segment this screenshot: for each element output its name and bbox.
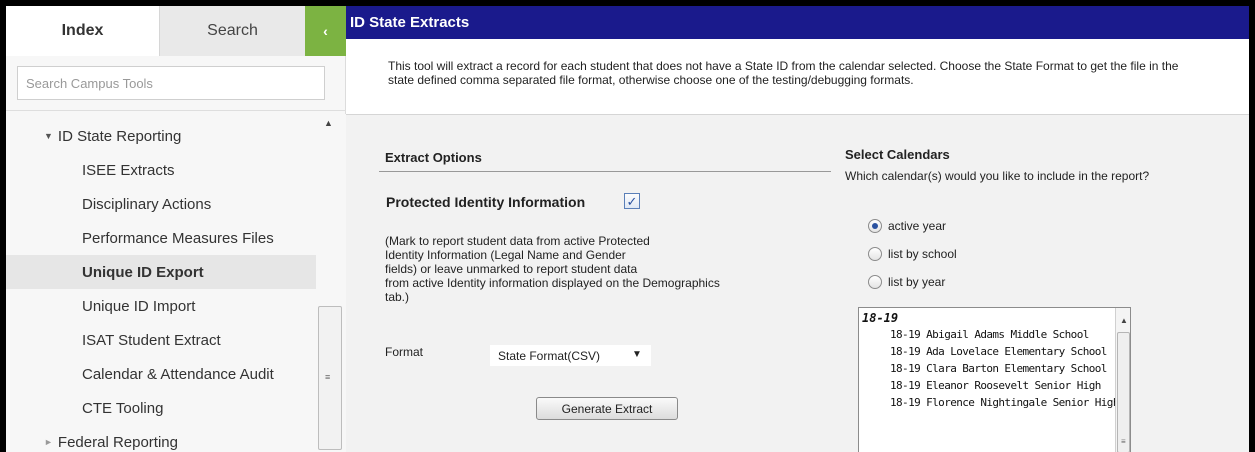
tree-item-label: CTE Tooling xyxy=(82,399,164,417)
scrollbar-thumb[interactable]: ≡ xyxy=(1117,332,1130,452)
tab-index[interactable]: Index xyxy=(6,6,159,56)
page-title: ID State Extracts xyxy=(346,6,1249,39)
tree-folder[interactable]: ▼ ID State Reporting xyxy=(6,119,316,153)
scroll-up-icon[interactable]: ▲ xyxy=(1120,316,1128,325)
tree-item-label: Federal Reporting xyxy=(57,433,178,451)
tree-item[interactable]: ISAT Student Extract xyxy=(6,323,316,357)
tree-item-label: Unique ID Export xyxy=(82,263,204,281)
calendar-option[interactable]: 18-19 Clara Barton Elementary School xyxy=(890,362,1115,375)
calendar-group-label: 18-19 xyxy=(862,311,899,325)
format-label: Format xyxy=(385,345,424,359)
calendar-option[interactable]: 18-19 Abigail Adams Middle School xyxy=(890,328,1115,341)
radio-label: list by year xyxy=(888,275,946,289)
sidebar-divider xyxy=(6,110,346,111)
triangle-down-icon[interactable]: ▼ xyxy=(44,131,53,141)
extract-options-divider xyxy=(379,171,831,172)
tree-item[interactable]: CTE Tooling xyxy=(6,391,316,425)
format-select[interactable]: State Format(CSV) ▼ xyxy=(490,345,651,366)
radio-label: active year xyxy=(888,219,947,233)
tool-description: This tool will extract a record for each… xyxy=(388,59,1179,87)
tree-item[interactable]: Calendar & Attendance Audit xyxy=(6,357,316,391)
generate-extract-button[interactable]: Generate Extract xyxy=(536,397,678,420)
radio-list-by-school[interactable]: list by school xyxy=(868,245,957,263)
calendar-list-scrollbar[interactable]: ▲ ≡ xyxy=(1115,308,1130,452)
scroll-up-icon[interactable]: ▲ xyxy=(324,118,333,128)
tree-item[interactable]: Disciplinary Actions xyxy=(6,187,316,221)
sidebar: Index Search ‹ ▼ ID State Reporting ISEE E… xyxy=(6,6,346,452)
protected-identity-checkbox[interactable]: ✓ xyxy=(624,193,640,209)
chevron-down-icon: ▼ xyxy=(632,349,642,360)
tree-item[interactable]: Unique ID Export xyxy=(6,255,316,289)
tree-item-label: ISAT Student Extract xyxy=(82,331,221,349)
tab-search[interactable]: Search xyxy=(159,6,305,56)
triangle-right-icon[interactable]: ► xyxy=(44,437,53,447)
protected-identity-label: Protected Identity Information xyxy=(386,194,586,210)
calendar-listbox[interactable]: 18-19 18-19 Abigail Adams Middle School … xyxy=(858,307,1131,452)
tree-item-label: Performance Measures Files xyxy=(82,229,274,247)
checkmark-icon: ✓ xyxy=(626,193,638,209)
collapse-sidebar-button[interactable]: ‹ xyxy=(305,6,346,56)
format-select-value: State Format(CSV) xyxy=(498,348,601,363)
tool-tree: ▼ ID State Reporting ISEE Extracts Discipli… xyxy=(6,114,316,452)
calendar-option[interactable]: 18-19 Florence Nightingale Senior High xyxy=(890,396,1115,409)
note-line: fields) or leave unmarked to report stud… xyxy=(385,262,638,276)
tree-item-label: ISEE Extracts xyxy=(82,161,175,179)
tree-item-label: Disciplinary Actions xyxy=(82,195,212,213)
tree-item-label: Calendar & Attendance Audit xyxy=(82,365,274,383)
protected-identity-note: (Mark to report student data from active… xyxy=(385,234,825,304)
grip-icon: ≡ xyxy=(325,372,331,382)
note-line: tab.) xyxy=(385,290,410,304)
radio-button-icon[interactable] xyxy=(868,219,882,233)
chevron-left-icon: ‹ xyxy=(323,23,328,39)
radio-button-icon[interactable] xyxy=(868,275,882,289)
tree-item-label: ID State Reporting xyxy=(57,127,182,145)
tree-item[interactable]: Unique ID Import xyxy=(6,289,316,323)
calendar-question: Which calendar(s) would you like to incl… xyxy=(845,169,1150,183)
radio-active-year[interactable]: active year xyxy=(868,217,946,235)
tree-item[interactable]: ISEE Extracts xyxy=(6,153,316,187)
tree-item[interactable]: Performance Measures Files xyxy=(6,221,316,255)
note-line: Identity Information (Legal Name and Gen… xyxy=(385,248,626,262)
description-box: This tool will extract a record for each… xyxy=(346,39,1249,115)
window-frame-right xyxy=(1249,0,1255,452)
main-panel: ID State Extracts This tool will extract… xyxy=(346,6,1249,452)
tree-item-label: Unique ID Import xyxy=(82,297,196,315)
calendar-option[interactable]: 18-19 Ada Lovelace Elementary School xyxy=(890,345,1115,358)
note-line: (Mark to report student data from active… xyxy=(385,234,650,248)
sidebar-tabs: Index Search ‹ xyxy=(6,6,346,56)
calendar-option[interactable]: 18-19 Eleanor Roosevelt Senior High xyxy=(890,379,1115,392)
extract-options-heading: Extract Options xyxy=(385,150,482,165)
tree-folder[interactable]: ► Federal Reporting xyxy=(6,425,316,452)
radio-label: list by school xyxy=(888,247,957,261)
note-line: from active Identity information display… xyxy=(385,276,720,290)
radio-list-by-year[interactable]: list by year xyxy=(868,273,945,291)
search-campus-tools-input[interactable] xyxy=(17,66,325,100)
select-calendars-heading: Select Calendars xyxy=(845,147,950,162)
sidebar-scrollbar[interactable]: ▲ ≡ xyxy=(316,114,346,452)
grip-icon: ≡ xyxy=(1121,437,1126,446)
scrollbar-thumb[interactable]: ≡ xyxy=(318,306,342,450)
radio-button-icon[interactable] xyxy=(868,247,882,261)
